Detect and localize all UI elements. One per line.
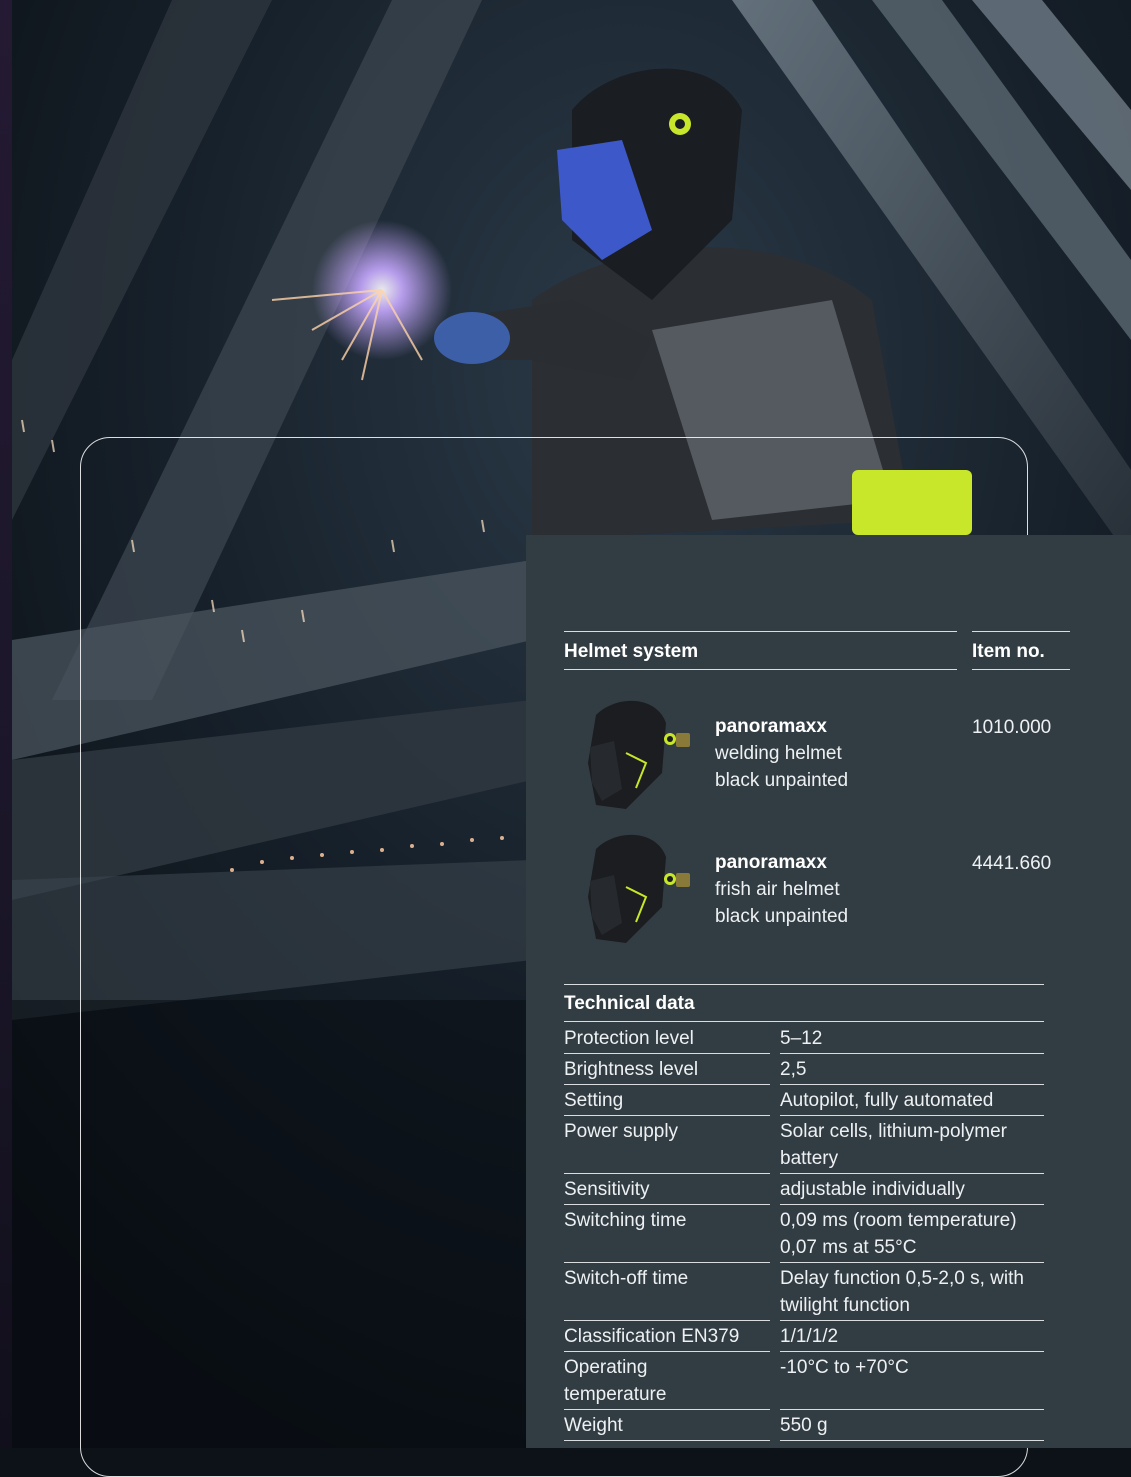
product-2-name: panoramaxx <box>715 852 827 873</box>
helmet-system-heading: Helmet system <box>564 641 699 662</box>
row-divider <box>564 1084 770 1085</box>
product-1-text: panoramaxx welding helmet black unpainte… <box>715 713 848 794</box>
row-divider <box>564 1053 770 1054</box>
tech-data-rule <box>564 1021 1044 1022</box>
tech-label: Power supply <box>564 1121 679 1142</box>
tech-value: Delay function 0,5-2,0 s, with twilight … <box>780 1268 1024 1316</box>
tech-value: 550 g <box>780 1415 828 1436</box>
tech-value: 5–12 <box>780 1028 823 1049</box>
row-divider <box>564 1320 770 1321</box>
row-divider <box>780 1084 1044 1085</box>
tech-value: 2,5 <box>780 1059 807 1080</box>
item-no-heading: Item no. <box>972 641 1045 662</box>
tech-value: -10°C to +70°C <box>780 1357 909 1378</box>
spec-panel: Helmet system Item no. panoramaxx weldin… <box>526 535 1131 1448</box>
tech-label: Protection level <box>564 1028 694 1049</box>
product-2-item-no: 4441.660 <box>972 853 1052 874</box>
row-divider <box>564 1173 770 1174</box>
row-divider <box>564 1262 770 1263</box>
row-divider <box>780 1320 1044 1321</box>
tech-value: 1/1/1/2 <box>780 1326 839 1347</box>
tech-label: Sensitivity <box>564 1179 650 1200</box>
header-rule-bottom <box>564 669 957 670</box>
helmet-thumbnail-icon <box>588 700 690 809</box>
row-divider <box>564 1351 770 1352</box>
product-2-text: panoramaxx frish air helmet black unpain… <box>715 849 848 930</box>
row-divider <box>780 1440 1044 1441</box>
tech-label: Brightness level <box>564 1059 699 1080</box>
helmet-thumbnail-icon <box>588 834 690 943</box>
tech-label: Switching time <box>564 1210 687 1231</box>
tech-label: Weight <box>564 1415 623 1436</box>
row-divider <box>780 1115 1044 1116</box>
left-edge-strip <box>0 0 12 1448</box>
header-rule-top-item <box>972 631 1070 632</box>
tech-label: Switch-off time <box>564 1268 689 1289</box>
product-2-finish: black unpainted <box>715 906 849 927</box>
tech-label: Classification EN379 <box>564 1326 740 1347</box>
tech-value: adjustable individually <box>780 1179 965 1200</box>
row-divider <box>780 1204 1044 1205</box>
row-divider <box>780 1409 1044 1410</box>
product-1-type: welding helmet <box>715 743 842 764</box>
row-divider <box>564 1204 770 1205</box>
row-divider <box>780 1351 1044 1352</box>
header-rule-bottom-item <box>972 669 1070 670</box>
row-divider <box>564 1440 770 1441</box>
tech-value: 0,09 ms (room temperature) 0,07 ms at 55… <box>780 1210 1017 1258</box>
row-divider <box>780 1173 1044 1174</box>
row-divider <box>780 1053 1044 1054</box>
tech-data-heading: Technical data <box>564 993 695 1014</box>
tech-value: Autopilot, fully automated <box>780 1090 994 1111</box>
header-rule-top <box>564 631 957 632</box>
product-1-item-no: 1010.000 <box>972 717 1052 738</box>
product-1-finish: black unpainted <box>715 770 849 791</box>
tech-data-rule-top <box>564 984 1044 985</box>
product-1-name: panoramaxx <box>715 716 827 737</box>
row-divider <box>564 1115 770 1116</box>
row-divider <box>564 1409 770 1410</box>
tech-value: Solar cells, lithium-polymer battery <box>780 1121 1008 1169</box>
product-2-type: frish air helmet <box>715 879 840 900</box>
row-divider <box>780 1262 1044 1263</box>
tech-label: Setting <box>564 1090 624 1111</box>
tech-label: Operating temperature <box>564 1357 667 1405</box>
